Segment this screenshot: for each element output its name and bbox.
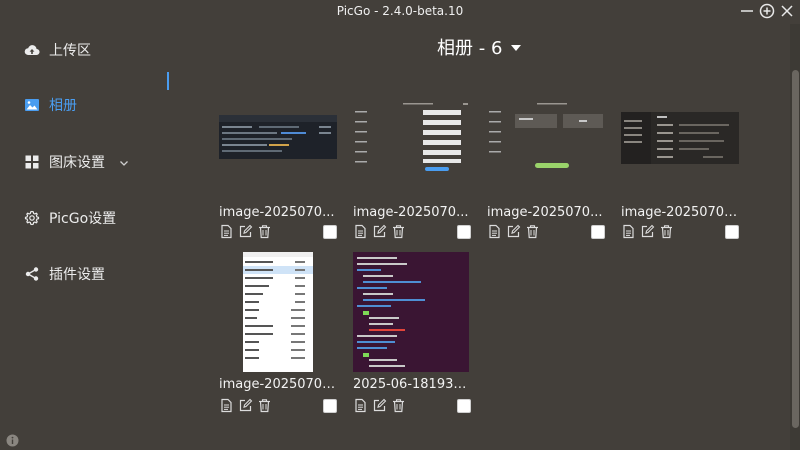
sidebar-item-label: 上传区 — [49, 43, 91, 59]
image-filename: image-2025070... — [353, 205, 469, 220]
title-bar: PicGo - 2.4.0-beta.10 — [0, 0, 800, 24]
share-icon — [24, 266, 40, 282]
minimize-button[interactable] — [738, 2, 756, 20]
image-filename: image-2025070... — [487, 205, 603, 220]
edit-button[interactable] — [372, 398, 387, 413]
copy-link-icon — [353, 398, 368, 417]
copy-link-icon — [219, 224, 234, 243]
select-checkbox[interactable] — [725, 225, 739, 239]
cloud-upload-icon — [24, 42, 40, 58]
delete-button[interactable] — [257, 224, 272, 239]
trash-icon — [525, 224, 540, 243]
image-filename: image-20250701... — [621, 205, 741, 220]
trash-icon — [391, 398, 406, 417]
sidebar — [0, 24, 180, 450]
sidebar-item-plugin-settings[interactable]: 插件设置 — [24, 262, 105, 286]
card-actions — [621, 224, 674, 240]
card-actions — [487, 224, 540, 240]
edit-icon — [640, 224, 655, 243]
window-title: PicGo - 2.4.0-beta.10 — [336, 4, 464, 18]
card-actions — [219, 398, 272, 414]
delete-button[interactable] — [525, 224, 540, 239]
sidebar-item-label: 相册 — [49, 98, 77, 114]
trash-icon — [659, 224, 674, 243]
copy-link-button[interactable] — [353, 224, 368, 239]
gear-icon — [24, 210, 40, 226]
card-actions — [219, 224, 272, 240]
image-thumbnail[interactable] — [243, 252, 313, 372]
delete-button[interactable] — [391, 224, 406, 239]
close-button[interactable] — [778, 2, 796, 20]
delete-button[interactable] — [391, 398, 406, 413]
info-icon[interactable] — [6, 432, 19, 447]
trash-icon — [257, 398, 272, 417]
scrollbar-thumb[interactable] — [792, 70, 799, 428]
sidebar-item-picbed-settings[interactable]: 图床设置 — [24, 150, 129, 174]
image-filename: 2025-06-181935... — [353, 377, 473, 392]
edit-button[interactable] — [238, 224, 253, 239]
active-indicator — [167, 72, 169, 90]
trash-icon — [391, 224, 406, 243]
image-thumbnail[interactable] — [487, 101, 605, 173]
sidebar-item-picgo-settings[interactable]: PicGo设置 — [24, 206, 116, 230]
select-checkbox[interactable] — [457, 225, 471, 239]
card-actions — [353, 398, 406, 414]
trash-icon — [257, 224, 272, 243]
copy-link-button[interactable] — [219, 224, 234, 239]
edit-button[interactable] — [372, 224, 387, 239]
select-checkbox[interactable] — [323, 399, 337, 413]
copy-link-button[interactable] — [487, 224, 502, 239]
copy-link-button[interactable] — [219, 398, 234, 413]
edit-icon — [506, 224, 521, 243]
copy-link-icon — [353, 224, 368, 243]
close-icon — [781, 5, 793, 17]
image-thumbnail[interactable] — [353, 252, 469, 372]
select-checkbox[interactable] — [591, 225, 605, 239]
copy-link-icon — [219, 398, 234, 417]
page-title: 相册 - 6 — [437, 38, 503, 59]
caret-down-icon — [510, 38, 522, 57]
grid-icon — [24, 154, 40, 170]
image-icon — [24, 97, 40, 113]
delete-button[interactable] — [257, 398, 272, 413]
plus-circle-icon — [759, 3, 775, 19]
gallery-title-dropdown[interactable]: 相册 - 6 — [437, 36, 522, 59]
edit-icon — [372, 398, 387, 417]
copy-link-button[interactable] — [353, 398, 368, 413]
minimize-icon — [741, 10, 753, 12]
image-thumbnail[interactable] — [353, 101, 471, 173]
copy-link-icon — [487, 224, 502, 243]
image-filename: image-2025070... — [219, 205, 335, 220]
image-thumbnail[interactable] — [621, 112, 739, 164]
card-actions — [353, 224, 406, 240]
image-thumbnail[interactable] — [219, 115, 337, 159]
edit-button[interactable] — [506, 224, 521, 239]
image-filename: image-20250701... — [219, 377, 339, 392]
edit-button[interactable] — [640, 224, 655, 239]
copy-link-button[interactable] — [621, 224, 636, 239]
sidebar-item-upload[interactable]: 上传区 — [24, 38, 91, 62]
sidebar-item-gallery[interactable]: 相册 — [24, 93, 77, 117]
delete-button[interactable] — [659, 224, 674, 239]
copy-link-icon — [621, 224, 636, 243]
chevron-down-icon — [119, 153, 129, 172]
select-checkbox[interactable] — [323, 225, 337, 239]
sidebar-item-label: 图床设置 — [49, 155, 105, 171]
edit-button[interactable] — [238, 398, 253, 413]
select-checkbox[interactable] — [457, 399, 471, 413]
sidebar-item-label: 插件设置 — [49, 267, 105, 283]
sidebar-item-label: PicGo设置 — [49, 211, 117, 227]
edit-icon — [372, 224, 387, 243]
maximize-button[interactable] — [758, 2, 776, 20]
edit-icon — [238, 398, 253, 417]
edit-icon — [238, 224, 253, 243]
